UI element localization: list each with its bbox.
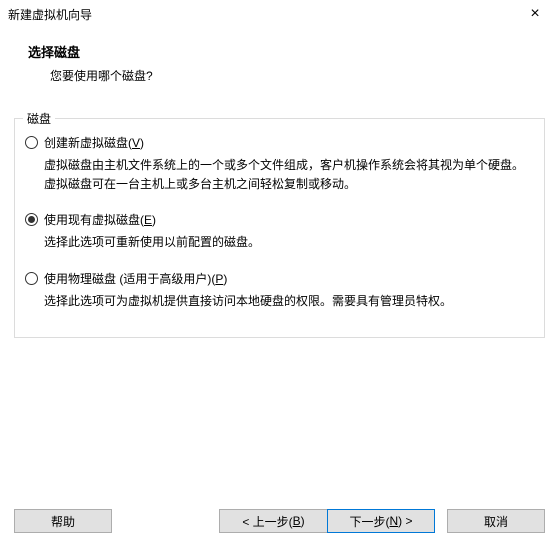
radio-icon [25,213,38,226]
titlebar: 新建虚拟机向导 × [0,0,559,28]
radio-icon [25,136,38,149]
radio-label: 创建新虚拟磁盘(V) [44,134,144,151]
option-physical-disk: 使用物理磁盘 (适用于高级用户)(P) 选择此选项可为虚拟机提供直接访问本地硬盘… [25,269,534,311]
cancel-button[interactable]: 取消 [447,509,545,533]
fieldset-legend: 磁盘 [23,110,55,127]
radio-physical-disk[interactable]: 使用物理磁盘 (适用于高级用户)(P) [25,269,534,288]
page-title: 选择磁盘 [28,42,539,61]
back-button[interactable]: < 上一步(B) [219,509,327,533]
radio-icon [25,272,38,285]
option-description: 选择此选项可重新使用以前配置的磁盘。 [44,233,526,252]
close-icon[interactable]: × [517,6,553,22]
help-button[interactable]: 帮助 [14,509,112,533]
next-button[interactable]: 下一步(N) > [327,509,435,533]
radio-create-new-disk[interactable]: 创建新虚拟磁盘(V) [25,133,534,152]
radio-label: 使用现有虚拟磁盘(E) [44,211,156,228]
option-description: 虚拟磁盘由主机文件系统上的一个或多个文件组成，客户机操作系统会将其视为单个硬盘。… [44,156,526,194]
radio-existing-disk[interactable]: 使用现有虚拟磁盘(E) [25,210,534,229]
disk-fieldset: 磁盘 创建新虚拟磁盘(V) 虚拟磁盘由主机文件系统上的一个或多个文件组成，客户机… [14,118,545,338]
button-bar: 帮助 < 上一步(B) 下一步(N) > 取消 [0,509,559,533]
window-title: 新建虚拟机向导 [8,6,92,23]
option-description: 选择此选项可为虚拟机提供直接访问本地硬盘的权限。需要具有管理员特权。 [44,292,526,311]
wizard-header: 选择磁盘 您要使用哪个磁盘? [0,28,559,100]
page-subtitle: 您要使用哪个磁盘? [28,67,539,84]
option-existing-disk: 使用现有虚拟磁盘(E) 选择此选项可重新使用以前配置的磁盘。 [25,210,534,252]
option-create-new-disk: 创建新虚拟磁盘(V) 虚拟磁盘由主机文件系统上的一个或多个文件组成，客户机操作系… [25,133,534,194]
radio-label: 使用物理磁盘 (适用于高级用户)(P) [44,270,227,287]
